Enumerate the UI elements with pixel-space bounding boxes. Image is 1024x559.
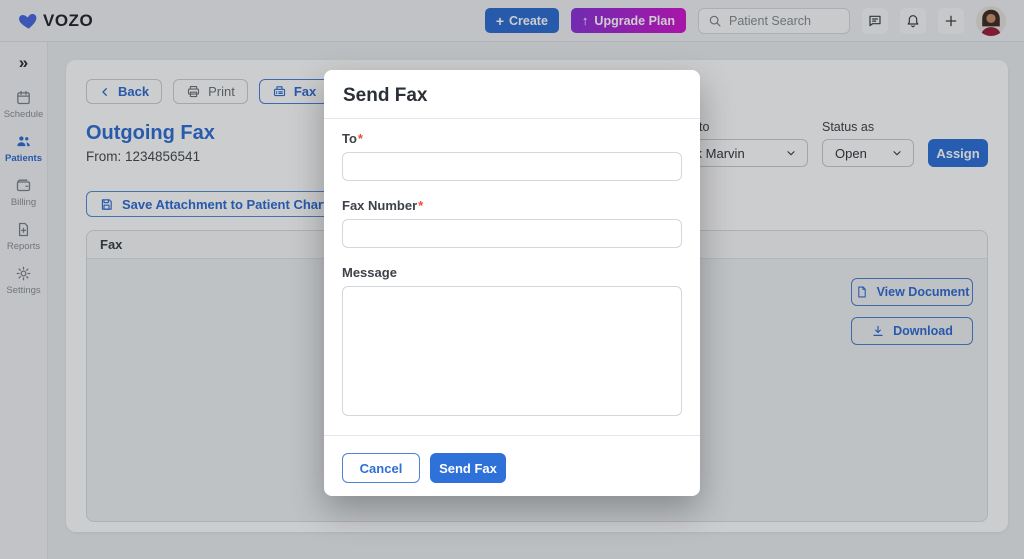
modal-footer: Cancel Send Fax xyxy=(324,435,700,496)
fax-number-input[interactable] xyxy=(342,219,682,248)
message-textarea[interactable] xyxy=(342,286,682,416)
fax-number-field-group: Fax Number* xyxy=(342,198,682,248)
to-field-group: To* xyxy=(342,131,682,181)
send-fax-submit-button[interactable]: Send Fax xyxy=(430,453,506,483)
modal-body: To* Fax Number* Message xyxy=(324,119,700,435)
fax-number-label: Fax Number* xyxy=(342,198,682,213)
modal-title: Send Fax xyxy=(343,85,427,106)
modal-header: Send Fax xyxy=(324,70,700,119)
to-input[interactable] xyxy=(342,152,682,181)
required-marker: * xyxy=(358,131,363,146)
app-root: VOZO + Create ↑ Upgrade Plan xyxy=(0,0,1024,559)
message-field-group: Message xyxy=(342,265,682,421)
send-fax-modal: Send Fax To* Fax Number* Message xyxy=(324,70,700,496)
message-label: Message xyxy=(342,265,682,280)
required-marker: * xyxy=(418,198,423,213)
cancel-button[interactable]: Cancel xyxy=(342,453,420,483)
to-label: To* xyxy=(342,131,682,146)
